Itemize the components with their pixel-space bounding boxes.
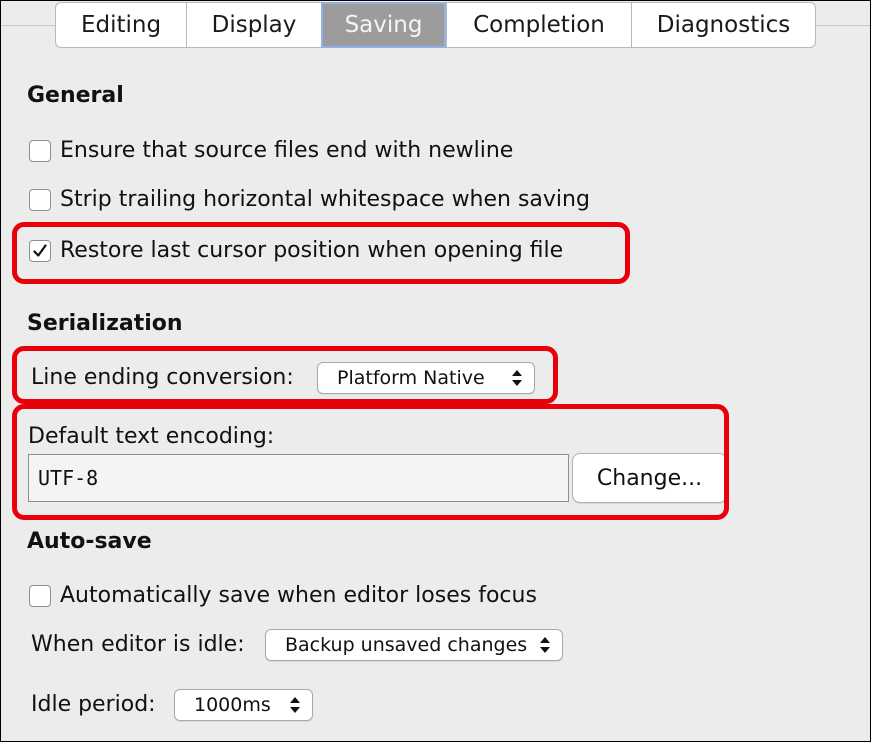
encoding-value: UTF-8 <box>38 466 99 490</box>
chevron-updown-icon <box>284 695 306 715</box>
tab-completion[interactable]: Completion <box>446 2 631 48</box>
idle-period-label: Idle period: <box>31 692 156 717</box>
checkmark-icon <box>33 243 47 257</box>
ensure-newline-option: Ensure that source files end with newlin… <box>29 138 513 163</box>
strip-whitespace-label[interactable]: Strip trailing horizontal whitespace whe… <box>60 187 590 212</box>
idle-action-value: Backup unsaved changes <box>285 634 528 656</box>
restore-cursor-checkbox[interactable] <box>29 239 51 262</box>
line-ending-select[interactable]: Platform Native <box>317 362 535 394</box>
encoding-label: Default text encoding: <box>28 424 275 449</box>
tab-saving-label: Saving <box>344 12 423 38</box>
tab-saving[interactable]: Saving <box>321 2 446 48</box>
encoding-field[interactable]: UTF-8 <box>28 454 569 502</box>
chevron-updown-icon <box>506 368 528 388</box>
autosave-heading: Auto-save <box>27 529 152 554</box>
preferences-panel: Editing Display Saving Completion Diagno… <box>0 0 871 742</box>
tab-bar: Editing Display Saving Completion Diagno… <box>55 2 816 50</box>
idle-action-select[interactable]: Backup unsaved changes <box>265 629 563 661</box>
restore-cursor-label[interactable]: Restore last cursor position when openin… <box>60 238 563 263</box>
idle-label: When editor is idle: <box>31 632 245 657</box>
line-ending-value: Platform Native <box>337 367 485 389</box>
autosave-focus-label[interactable]: Automatically save when editor loses foc… <box>60 583 537 608</box>
tab-diagnostics-label: Diagnostics <box>656 12 791 38</box>
strip-whitespace-option: Strip trailing horizontal whitespace whe… <box>29 187 590 212</box>
tab-editing[interactable]: Editing <box>55 2 186 48</box>
strip-whitespace-checkbox[interactable] <box>29 188 51 211</box>
restore-cursor-option: Restore last cursor position when openin… <box>29 238 563 263</box>
ensure-newline-label[interactable]: Ensure that source files end with newlin… <box>60 138 513 163</box>
serialization-heading: Serialization <box>27 311 183 336</box>
line-ending-label: Line ending conversion: <box>31 365 294 390</box>
idle-period-value: 1000ms <box>194 694 271 716</box>
idle-period-select[interactable]: 1000ms <box>174 689 313 721</box>
autosave-focus-option: Automatically save when editor loses foc… <box>29 583 537 608</box>
tab-display[interactable]: Display <box>186 2 321 48</box>
autosave-focus-checkbox[interactable] <box>29 584 51 607</box>
change-encoding-label: Change... <box>596 465 703 491</box>
tab-completion-label: Completion <box>473 12 605 38</box>
tab-display-label: Display <box>211 12 297 38</box>
tab-editing-label: Editing <box>80 12 162 38</box>
general-heading: General <box>27 83 124 108</box>
tab-diagnostics[interactable]: Diagnostics <box>631 2 816 48</box>
change-encoding-button[interactable]: Change... <box>572 453 727 503</box>
ensure-newline-checkbox[interactable] <box>29 139 51 162</box>
chevron-updown-icon <box>534 635 556 655</box>
